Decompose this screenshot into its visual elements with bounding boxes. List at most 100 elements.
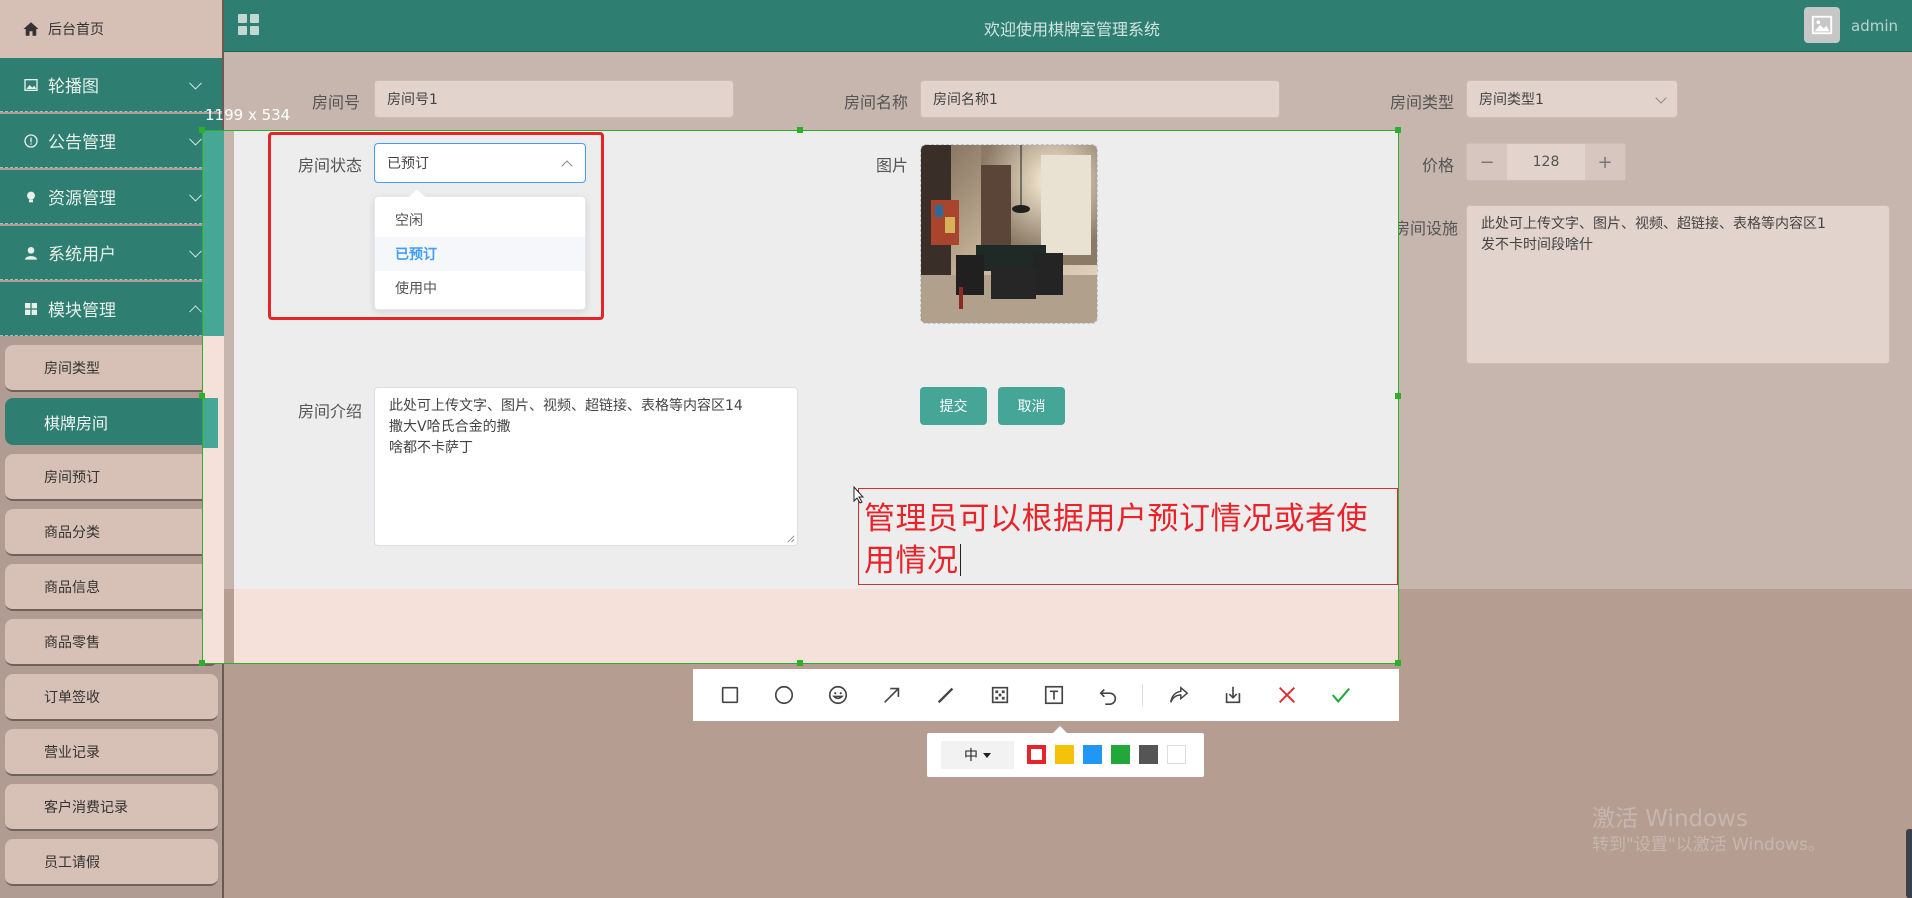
sidebar-item-customer-record[interactable]: 客户消费记录 <box>5 784 218 831</box>
sidebar-group-carousel[interactable]: 轮播图 <box>0 58 222 112</box>
sidebar-group-notice[interactable]: 公告管理 <box>0 114 222 168</box>
sidebar-group-label: 公告管理 <box>48 133 116 153</box>
sidebar-item-label: 商品信息 <box>44 579 100 596</box>
sidebar-item-room-type[interactable]: 房间类型 <box>5 345 218 392</box>
color-swatch-white[interactable] <box>1167 745 1186 764</box>
sidebar-item-label: 房间类型 <box>44 360 100 377</box>
price-stepper[interactable]: − 128 + <box>1466 143 1626 181</box>
bulb-icon <box>22 188 40 206</box>
image-icon <box>22 76 40 94</box>
color-palette: 中 <box>927 726 1204 777</box>
check-icon[interactable] <box>1329 683 1353 707</box>
sidebar-item-goods-info[interactable]: 商品信息 <box>5 564 218 611</box>
info-circle-icon <box>22 132 40 150</box>
menu-grid-icon[interactable] <box>238 14 260 36</box>
resize-handle-w[interactable] <box>199 393 205 399</box>
sidebar-group-modules[interactable]: 模块管理 <box>0 282 222 336</box>
sidebar-home-label: 后台首页 <box>48 22 104 38</box>
avatar-image-icon <box>1811 15 1833 35</box>
circle-icon[interactable] <box>772 683 796 707</box>
sidebar-item-label: 房间预订 <box>44 469 100 486</box>
sidebar-item-label: 商品分类 <box>44 524 100 541</box>
sidebar-item-label: 商品零售 <box>44 634 100 651</box>
resize-handle-n[interactable] <box>797 127 803 133</box>
sidebar: 后台首页 轮播图 公告管理 资源管理 系统用户 模块管理 房间类型 棋牌房间 房… <box>0 0 224 898</box>
color-swatch-red[interactable] <box>1027 745 1046 764</box>
resize-handle-se[interactable] <box>1395 660 1401 666</box>
color-swatch-gray[interactable] <box>1139 745 1158 764</box>
chevron-down-icon <box>189 132 202 146</box>
room-name-input[interactable]: 房间名称1 <box>920 80 1280 118</box>
user-icon <box>22 244 40 262</box>
resize-handle-s[interactable] <box>797 660 803 666</box>
font-size-select[interactable]: 中 <box>941 741 1014 769</box>
sidebar-group-users[interactable]: 系统用户 <box>0 226 222 280</box>
scrollbar-thumb[interactable] <box>1906 829 1912 898</box>
sidebar-home[interactable]: 后台首页 <box>0 0 222 58</box>
room-no-input[interactable]: 房间号1 <box>374 80 734 118</box>
username[interactable]: admin <box>1851 17 1898 35</box>
resize-handle-sw[interactable] <box>199 660 205 666</box>
sidebar-item-staff-leave[interactable]: 员工请假 <box>5 839 218 886</box>
color-swatch-yellow[interactable] <box>1055 745 1074 764</box>
font-size-value: 中 <box>964 748 978 764</box>
undo-icon[interactable] <box>1096 683 1120 707</box>
caret-down-icon <box>983 752 991 758</box>
color-swatch-blue[interactable] <box>1083 745 1102 764</box>
toolbar-divider <box>1142 684 1143 706</box>
app-title: 欢迎使用棋牌室管理系统 <box>984 20 1161 39</box>
room-no-label: 房间号 <box>311 93 360 112</box>
avatar[interactable] <box>1804 7 1840 43</box>
emoji-icon[interactable] <box>826 683 850 707</box>
room-name-label: 房间名称 <box>843 93 908 112</box>
room-no-value: 房间号1 <box>387 92 438 108</box>
sidebar-item-label: 客户消费记录 <box>44 799 128 816</box>
screenshot-toolbar <box>693 669 1399 721</box>
close-icon[interactable] <box>1275 683 1299 707</box>
price-value[interactable]: 128 <box>1507 144 1585 180</box>
sidebar-item-business-record[interactable]: 营业记录 <box>5 729 218 776</box>
sidebar-item-order-sign[interactable]: 订单签收 <box>5 674 218 721</box>
room-name-value: 房间名称1 <box>933 92 998 108</box>
sidebar-item-goods-retail[interactable]: 商品零售 <box>5 619 218 666</box>
chevron-up-icon <box>189 304 202 318</box>
sidebar-item-label: 棋牌房间 <box>44 413 109 433</box>
price-decrement-button[interactable]: − <box>1467 144 1507 180</box>
room-type-select[interactable]: 房间类型1 <box>1466 80 1678 118</box>
sidebar-group-label: 资源管理 <box>48 189 116 209</box>
text-icon[interactable] <box>1042 683 1066 707</box>
sidebar-item-goods-category[interactable]: 商品分类 <box>5 509 218 556</box>
arrow-icon[interactable] <box>880 683 904 707</box>
room-type-label: 房间类型 <box>1389 93 1454 112</box>
download-icon[interactable] <box>1221 683 1245 707</box>
sidebar-item-room-booking[interactable]: 房间预订 <box>5 454 218 501</box>
price-increment-button[interactable]: + <box>1585 144 1625 180</box>
palette-pointer <box>1053 726 1067 733</box>
sidebar-item-label: 员工请假 <box>44 854 100 871</box>
sidebar-group-label: 系统用户 <box>48 245 116 265</box>
grid-icon <box>22 300 40 318</box>
resize-handle-e[interactable] <box>1395 393 1401 399</box>
chevron-down-icon <box>1655 92 1667 104</box>
resize-handle-nw[interactable] <box>199 127 205 133</box>
facilities-line: 此处可上传文字、图片、视频、超链接、表格等内容区1 <box>1481 216 1826 232</box>
pen-icon[interactable] <box>934 683 958 707</box>
sidebar-group-label: 轮播图 <box>48 77 99 97</box>
sidebar-group-label: 模块管理 <box>48 301 116 321</box>
color-swatch-green[interactable] <box>1111 745 1130 764</box>
mosaic-icon[interactable] <box>988 683 1012 707</box>
top-bar: 欢迎使用棋牌室管理系统 admin <box>224 0 1912 52</box>
chevron-down-icon <box>189 188 202 202</box>
resize-handle-ne[interactable] <box>1395 127 1401 133</box>
share-icon[interactable] <box>1167 683 1191 707</box>
home-icon <box>23 22 39 36</box>
capture-selection-border[interactable] <box>202 130 1399 664</box>
activation-watermark-text: 转到"设置"以激活 Windows。 <box>1592 835 1825 855</box>
sidebar-item-label: 营业记录 <box>44 744 100 761</box>
activation-watermark-title: 激活 Windows <box>1592 806 1748 832</box>
facilities-textarea[interactable]: 此处可上传文字、图片、视频、超链接、表格等内容区1 发不卡时间段啥什 <box>1466 205 1890 364</box>
sidebar-item-chess-room[interactable]: 棋牌房间 <box>5 398 218 445</box>
sidebar-item-label: 订单签收 <box>44 689 100 706</box>
rectangle-icon[interactable] <box>718 683 742 707</box>
sidebar-group-resources[interactable]: 资源管理 <box>0 170 222 224</box>
